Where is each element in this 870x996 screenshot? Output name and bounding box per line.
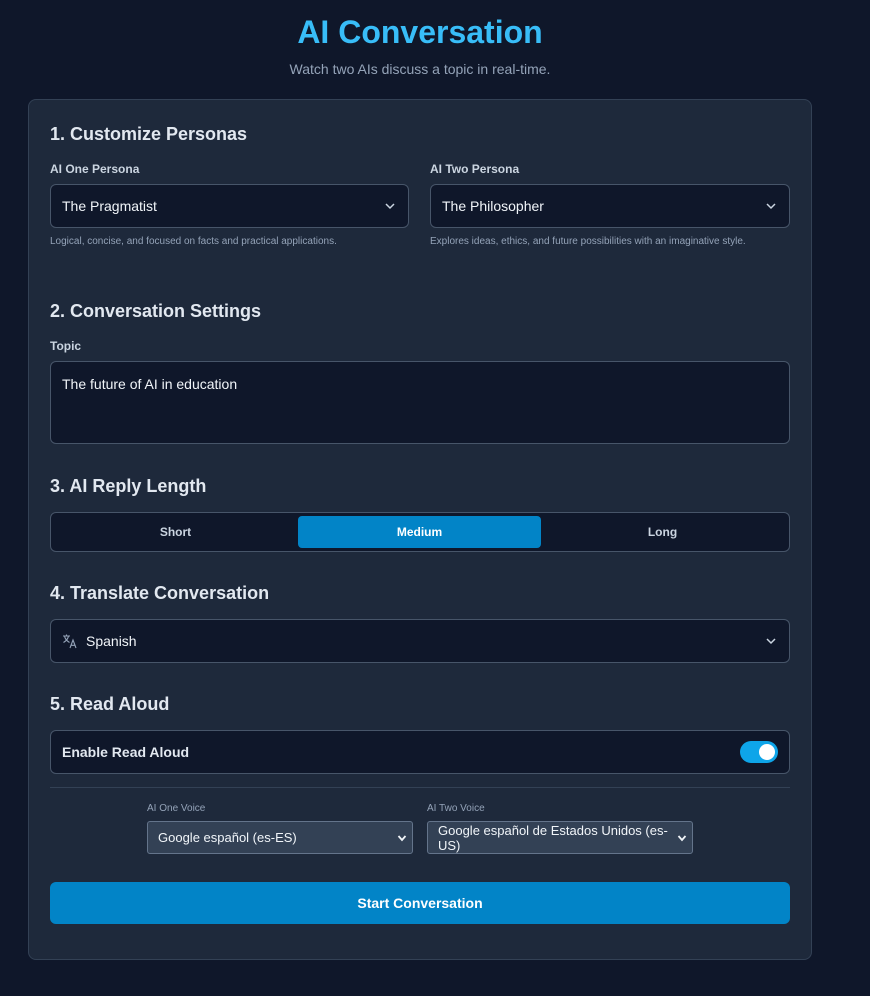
reply-length-section-title: 3. AI Reply Length bbox=[50, 476, 207, 496]
topic-textarea[interactable]: The future of AI in education bbox=[50, 361, 790, 444]
start-conversation-button[interactable]: Start Conversation bbox=[50, 882, 790, 924]
chevron-down-icon bbox=[766, 638, 776, 645]
ai-one-voice-value: Google español (es-ES) bbox=[158, 830, 297, 845]
read-aloud-section-title: 5. Read Aloud bbox=[50, 694, 170, 714]
read-aloud-row: Enable Read Aloud bbox=[50, 730, 790, 774]
ai-one-voice-label: AI One Voice bbox=[147, 803, 206, 814]
translate-section-title: 4. Translate Conversation bbox=[50, 583, 270, 603]
ai-two-persona-hint: Explores ideas, ethics, and future possi… bbox=[430, 236, 746, 247]
divider bbox=[50, 787, 790, 788]
translate-language-select[interactable]: Spanish bbox=[50, 619, 790, 663]
ai-two-voice-label: AI Two Voice bbox=[427, 803, 485, 814]
ai-one-persona-value: The Pragmatist bbox=[62, 198, 157, 214]
ai-two-persona-value: The Philosopher bbox=[442, 198, 544, 214]
page-subtitle: Watch two AIs discuss a topic in real-ti… bbox=[289, 61, 551, 77]
settings-section-title: 2. Conversation Settings bbox=[50, 301, 262, 321]
personas-section-title: 1. Customize Personas bbox=[50, 124, 248, 144]
chevron-down-icon bbox=[766, 203, 776, 210]
topic-label: Topic bbox=[50, 339, 82, 353]
read-aloud-toggle[interactable] bbox=[740, 741, 778, 763]
settings-card: 1. Customize Personas AI One Persona The… bbox=[28, 99, 812, 960]
translate-language-value: Spanish bbox=[86, 633, 137, 649]
reply-length-segmented-control: Short Medium Long bbox=[50, 512, 790, 552]
ai-one-persona-label: AI One Persona bbox=[50, 162, 140, 176]
chevron-down-icon bbox=[385, 203, 395, 210]
chevron-down-icon bbox=[397, 835, 407, 842]
toggle-knob bbox=[759, 744, 775, 760]
read-aloud-label: Enable Read Aloud bbox=[62, 744, 190, 760]
page-title: AI Conversation bbox=[297, 14, 543, 50]
reply-length-short-button[interactable]: Short bbox=[54, 516, 297, 548]
ai-two-voice-select[interactable]: Google español de Estados Unidos (es-US) bbox=[427, 821, 693, 854]
ai-two-voice-value: Google español de Estados Unidos (es-US) bbox=[438, 822, 668, 853]
ai-two-persona-select[interactable]: The Philosopher bbox=[430, 184, 790, 228]
ai-one-persona-select[interactable]: The Pragmatist bbox=[50, 184, 409, 228]
reply-length-long-button[interactable]: Long bbox=[541, 516, 784, 548]
ai-one-persona-hint: Logical, concise, and focused on facts a… bbox=[50, 236, 337, 247]
reply-length-medium-button[interactable]: Medium bbox=[298, 516, 541, 548]
chevron-down-icon bbox=[677, 835, 687, 842]
ai-two-persona-label: AI Two Persona bbox=[430, 162, 520, 176]
ai-one-voice-select[interactable]: Google español (es-ES) bbox=[147, 821, 413, 854]
translate-icon bbox=[63, 634, 77, 649]
